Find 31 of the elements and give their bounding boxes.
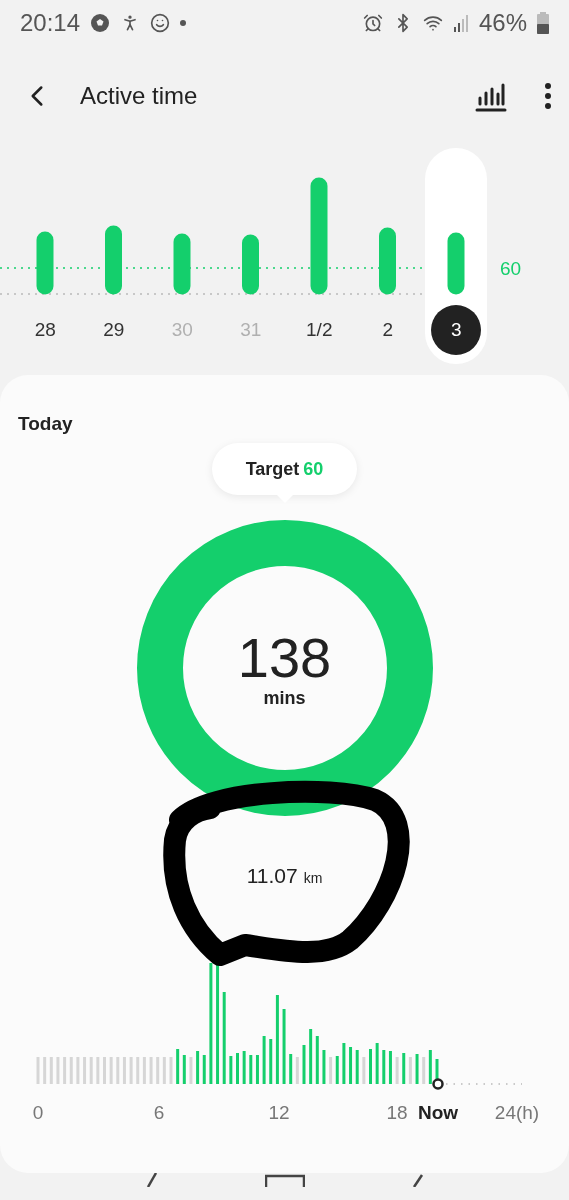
hour-label: 0	[32, 1102, 44, 1124]
target-line-label: 60	[500, 258, 522, 281]
section-title: Today	[18, 413, 73, 435]
home-nav-icon[interactable]	[264, 1173, 305, 1187]
dot-icon	[180, 20, 187, 26]
minutes-unit: mins	[263, 687, 306, 709]
status-time: 20:14	[20, 9, 81, 37]
distance-unit: km	[303, 870, 323, 886]
smiley-icon	[150, 13, 171, 33]
target-label: Target	[245, 458, 300, 480]
active-minutes: 138	[237, 627, 332, 688]
hour-label: 6	[153, 1102, 165, 1124]
distance-value: 11.07	[246, 864, 298, 888]
day-tab[interactable]: 2	[362, 305, 413, 355]
signal-icon	[452, 14, 469, 32]
now-label: Now	[417, 1102, 459, 1124]
battery-icon	[537, 12, 549, 34]
battery-percent: 46%	[478, 9, 527, 37]
hour-label: 24(h)	[494, 1102, 540, 1124]
soccer-ball-icon	[90, 13, 111, 33]
day-tab[interactable]: 1/2	[294, 305, 345, 355]
wifi-icon	[422, 13, 443, 33]
day-tab[interactable]: 28	[20, 305, 71, 355]
hour-label: 12	[268, 1102, 290, 1124]
day-tab[interactable]: 29	[88, 305, 139, 355]
more-icon	[545, 83, 551, 109]
page-title: Active time	[80, 82, 199, 110]
hour-label: 18	[386, 1102, 408, 1124]
now-marker	[432, 1078, 444, 1090]
target-value: 60	[303, 458, 324, 480]
alarm-icon	[362, 13, 383, 33]
